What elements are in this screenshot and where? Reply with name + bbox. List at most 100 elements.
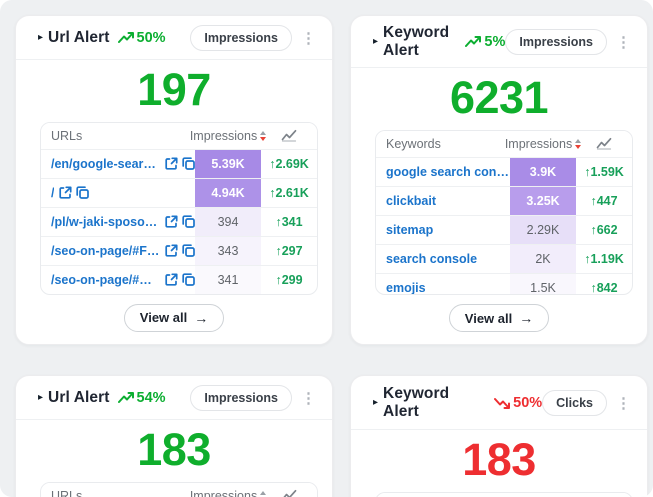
table-header-row: Keywords Clicks xyxy=(376,493,632,497)
column-header-metric-label: Impressions xyxy=(190,129,257,143)
collapse-triangle-icon[interactable]: ▸ xyxy=(38,33,43,43)
view-all-label: View all xyxy=(140,310,187,325)
trend: 50% xyxy=(494,395,542,411)
external-link-icon[interactable] xyxy=(165,215,178,228)
table-row[interactable]: google search console 3.9K ↑1.59K xyxy=(376,157,632,186)
external-link-icon[interactable] xyxy=(165,244,178,257)
delta-cell: ↑299 xyxy=(261,266,317,294)
metric-filter-button[interactable]: Impressions xyxy=(190,25,292,51)
column-header-chart[interactable] xyxy=(261,483,317,497)
trend: 54% xyxy=(118,390,166,406)
view-all-button[interactable]: View all → xyxy=(124,304,224,332)
collapse-triangle-icon[interactable]: ▸ xyxy=(373,37,378,47)
table-row[interactable]: emojis 1.5K ↑842 xyxy=(376,273,632,295)
delta-cell: ↑297 xyxy=(261,237,317,265)
row-link[interactable]: /seo-on-page/#%C2... xyxy=(51,273,160,287)
column-header-metric-label: Impressions xyxy=(190,489,257,497)
row-link[interactable]: sitemap xyxy=(386,223,433,237)
collapse-triangle-icon[interactable]: ▸ xyxy=(373,398,378,408)
kebab-menu-icon[interactable]: ⋮ xyxy=(612,394,635,413)
trend-down-icon xyxy=(494,397,511,409)
value-cell: 5.39K xyxy=(195,150,261,178)
external-link-icon[interactable] xyxy=(59,186,72,199)
row-link[interactable]: search console xyxy=(386,252,477,266)
delta-cell: ↑1.19K xyxy=(576,245,632,273)
value-cell: 394 xyxy=(195,208,261,236)
big-value: 6231 xyxy=(351,73,647,123)
trend-up-icon xyxy=(118,392,135,404)
alert-card: ▸ Keyword Alert 5% Impressions ⋮ 6231 Ke… xyxy=(350,15,648,345)
column-header-metric[interactable]: Impressions xyxy=(195,123,261,149)
row-link-icons xyxy=(165,157,195,170)
table-row[interactable]: search console 2K ↑1.19K xyxy=(376,244,632,273)
row-link[interactable]: /seo-on-page/#Facto... xyxy=(51,244,160,258)
row-link[interactable]: clickbait xyxy=(386,194,436,208)
table-header-row: URLs Impressions xyxy=(41,483,317,497)
column-header-chart[interactable] xyxy=(261,123,317,149)
row-link-icons xyxy=(165,215,195,228)
column-header-metric[interactable]: Impressions xyxy=(510,131,576,157)
card-title: Url Alert xyxy=(48,29,109,47)
dashboard: ▸ Url Alert 50% Impressions ⋮ 197 URLs xyxy=(0,0,653,497)
row-link-icons xyxy=(59,186,89,199)
line-chart-icon xyxy=(281,129,297,142)
column-header-chart[interactable] xyxy=(576,493,632,497)
trend: 50% xyxy=(118,30,166,46)
copy-icon[interactable] xyxy=(182,157,195,170)
table-row[interactable]: / 4.94K ↑2.61K xyxy=(41,178,317,207)
table-row[interactable]: sitemap 2.29K ↑662 xyxy=(376,215,632,244)
row-link-icons xyxy=(165,273,195,286)
kebab-menu-icon[interactable]: ⋮ xyxy=(297,389,320,408)
alert-card: ▸ Url Alert 54% Impressions ⋮ 183 URLs xyxy=(15,375,333,497)
big-value: 197 xyxy=(16,65,332,115)
copy-icon[interactable] xyxy=(182,273,195,286)
column-header-metric[interactable]: Impressions xyxy=(195,483,261,497)
kebab-menu-icon[interactable]: ⋮ xyxy=(297,29,320,48)
line-chart-icon xyxy=(281,489,297,497)
view-all-label: View all xyxy=(465,311,512,326)
delta-cell: ↑1.59K xyxy=(576,158,632,186)
view-all-wrap: View all → xyxy=(351,304,647,332)
table-body: /en/google-search-c... 5.39K ↑2.69K / xyxy=(41,149,317,294)
column-header-label[interactable]: Keywords xyxy=(376,493,510,497)
card-header: ▸ Url Alert 50% Impressions ⋮ xyxy=(16,16,332,60)
row-link[interactable]: /pl/w-jaki-sposob-nal... xyxy=(51,215,160,229)
table-row[interactable]: /seo-on-page/#Facto... 343 ↑297 xyxy=(41,236,317,265)
column-header-metric[interactable]: Clicks xyxy=(510,493,576,497)
row-link[interactable]: / xyxy=(51,186,54,200)
copy-icon[interactable] xyxy=(182,215,195,228)
kebab-menu-icon[interactable]: ⋮ xyxy=(612,33,635,52)
delta-cell: ↑662 xyxy=(576,216,632,244)
alert-card: ▸ Keyword Alert 50% Clicks ⋮ 183 Keyword… xyxy=(350,375,648,497)
row-link-icons xyxy=(165,244,195,257)
external-link-icon[interactable] xyxy=(165,273,178,286)
value-cell: 2K xyxy=(510,245,576,273)
row-link[interactable]: /en/google-search-c... xyxy=(51,157,160,171)
value-cell: 1.5K xyxy=(510,274,576,295)
column-header-label[interactable]: URLs xyxy=(41,123,195,149)
metric-filter-button[interactable]: Impressions xyxy=(505,29,607,55)
data-table: URLs Impressions /en/google-search-c... xyxy=(40,122,318,295)
row-link[interactable]: google search console xyxy=(386,165,510,179)
column-header-chart[interactable] xyxy=(576,131,632,157)
value-cell: 4.94K xyxy=(195,179,261,207)
metric-filter-button[interactable]: Clicks xyxy=(542,390,607,416)
external-link-icon[interactable] xyxy=(165,157,178,170)
column-header-label[interactable]: URLs xyxy=(41,483,195,497)
value-cell: 3.9K xyxy=(510,158,576,186)
table-row[interactable]: /seo-on-page/#%C2... 341 ↑299 xyxy=(41,265,317,294)
view-all-button[interactable]: View all → xyxy=(449,304,549,332)
column-header-label[interactable]: Keywords xyxy=(376,131,510,157)
table-row[interactable]: /en/google-search-c... 5.39K ↑2.69K xyxy=(41,149,317,178)
table-row[interactable]: clickbait 3.25K ↑447 xyxy=(376,186,632,215)
value-cell: 343 xyxy=(195,237,261,265)
row-link[interactable]: emojis xyxy=(386,281,426,295)
trend-up-icon xyxy=(465,36,482,48)
copy-icon[interactable] xyxy=(182,244,195,257)
table-row[interactable]: /pl/w-jaki-sposob-nal... 394 ↑341 xyxy=(41,207,317,236)
metric-filter-button[interactable]: Impressions xyxy=(190,385,292,411)
copy-icon[interactable] xyxy=(76,186,89,199)
trend-percent: 54% xyxy=(137,390,166,406)
column-header-metric-label: Impressions xyxy=(505,137,572,151)
collapse-triangle-icon[interactable]: ▸ xyxy=(38,393,43,403)
